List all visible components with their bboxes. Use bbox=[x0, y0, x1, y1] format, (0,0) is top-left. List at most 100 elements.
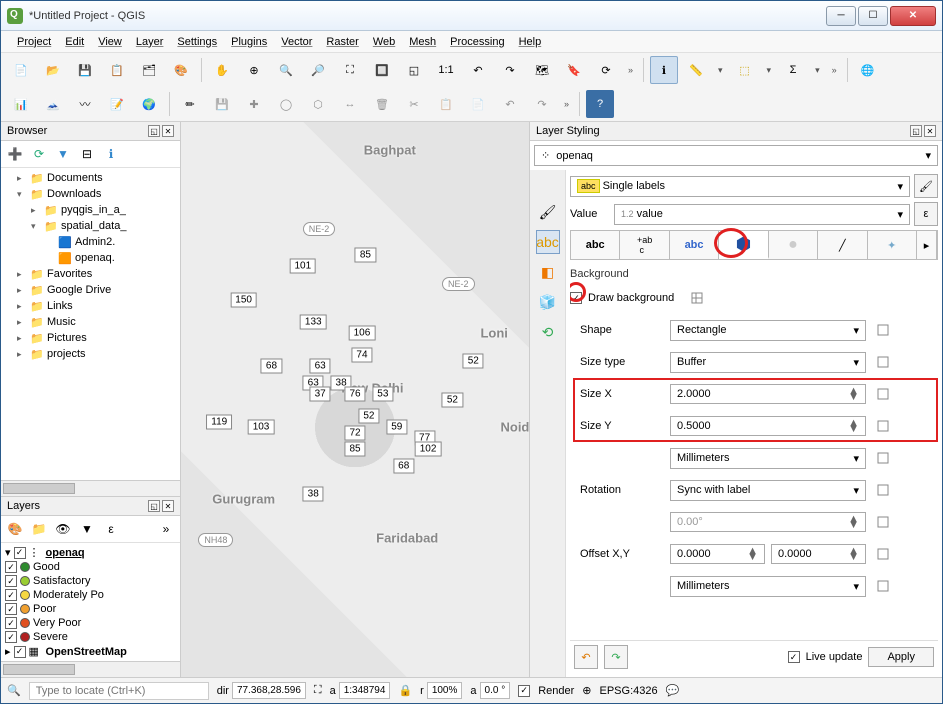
menu-settings[interactable]: Settings bbox=[171, 34, 223, 50]
callouts-tab[interactable]: ╱ bbox=[818, 231, 867, 259]
toolbar-overflow-icon[interactable]: » bbox=[828, 65, 841, 75]
live-update-checkbox[interactable]: ✓ bbox=[788, 651, 800, 663]
draw-background-checkbox[interactable]: ✓ bbox=[570, 292, 582, 304]
delete-icon[interactable]: 🗑 bbox=[368, 90, 396, 118]
vertex-icon[interactable]: ⬡ bbox=[304, 90, 332, 118]
label-rules-icon[interactable]: 🖌 bbox=[914, 174, 938, 198]
cut-icon[interactable]: ✂ bbox=[400, 90, 428, 118]
render-checkbox[interactable]: ✓ bbox=[518, 685, 530, 697]
close-button[interactable] bbox=[890, 6, 936, 26]
add-layer-icon[interactable]: ➕ bbox=[5, 144, 25, 164]
offset-unit-combo[interactable]: Millimeters▾ bbox=[670, 576, 866, 597]
lock-icon[interactable]: 🔒 bbox=[398, 684, 412, 697]
minimize-button[interactable]: ─ bbox=[826, 6, 856, 26]
data-defined-icon[interactable] bbox=[872, 574, 896, 598]
layer-category[interactable]: ✓Moderately Po bbox=[3, 588, 178, 602]
copy-icon[interactable]: 📋 bbox=[432, 90, 460, 118]
shape-combo[interactable]: Rectangle▾ bbox=[670, 320, 866, 341]
new-map-icon[interactable]: 🗺 bbox=[528, 56, 556, 84]
buffer-tab[interactable]: abc bbox=[670, 231, 719, 259]
browser-item[interactable]: ▸📁Music bbox=[3, 314, 178, 330]
browser-item[interactable]: ▾📁spatial_data_ bbox=[3, 218, 178, 234]
browser-tree[interactable]: ▸📁Documents▾📁Downloads▸📁pyqgis_in_a_▾📁sp… bbox=[1, 168, 180, 480]
messages-icon[interactable]: 💬 bbox=[666, 684, 680, 697]
rotation-spinner[interactable]: 0.0 ° bbox=[480, 682, 511, 699]
measure-icon[interactable]: 📏 bbox=[682, 56, 710, 84]
filter-icon[interactable]: ▼ bbox=[53, 144, 73, 164]
undo-icon[interactable]: ↶ bbox=[496, 90, 524, 118]
expression-icon[interactable]: ε bbox=[101, 519, 121, 539]
maximize-button[interactable]: ☐ bbox=[858, 6, 888, 26]
labels-tab-icon[interactable]: abc bbox=[536, 230, 560, 254]
menu-view[interactable]: View bbox=[92, 34, 128, 50]
scale-combo[interactable]: 1:348794 bbox=[339, 682, 391, 699]
data-defined-icon[interactable] bbox=[686, 286, 710, 310]
browser-item[interactable]: ▸📁Favorites bbox=[3, 266, 178, 282]
new-project-icon[interactable]: 📄 bbox=[7, 56, 35, 84]
zoom-in-icon[interactable]: 🔍 bbox=[272, 56, 300, 84]
toggle-edit-icon[interactable]: ✏ bbox=[176, 90, 204, 118]
data-defined-icon[interactable] bbox=[872, 542, 896, 566]
add-mesh-icon[interactable]: 〰 bbox=[71, 90, 99, 118]
refresh-icon[interactable]: ⟳ bbox=[29, 144, 49, 164]
menu-web[interactable]: Web bbox=[367, 34, 401, 50]
coordinate-display[interactable]: 77.368,28.596 bbox=[232, 682, 306, 699]
menu-vector[interactable]: Vector bbox=[275, 34, 318, 50]
menu-mesh[interactable]: Mesh bbox=[403, 34, 442, 50]
menu-plugins[interactable]: Plugins bbox=[225, 34, 273, 50]
visibility-icon[interactable]: 👁 bbox=[53, 519, 73, 539]
zoom-native-icon[interactable]: 1:1 bbox=[432, 56, 460, 84]
filter-legend-icon[interactable]: ▼ bbox=[77, 519, 97, 539]
pan-selection-icon[interactable]: ⊕ bbox=[240, 56, 268, 84]
add-group-icon[interactable]: 📁 bbox=[29, 519, 49, 539]
layer-osm[interactable]: ▸✓ ▦ OpenStreetMap bbox=[3, 644, 178, 659]
sizetype-combo[interactable]: Buffer▾ bbox=[670, 352, 866, 373]
size-unit-combo[interactable]: Millimeters▾ bbox=[670, 448, 866, 469]
new-bookmark-icon[interactable]: 🔖 bbox=[560, 56, 588, 84]
placement-tab[interactable]: ✦ bbox=[868, 231, 917, 259]
data-defined-icon[interactable] bbox=[872, 350, 896, 374]
layer-selector[interactable]: ⁘ openaq ▾ bbox=[534, 145, 938, 166]
add-csv-icon[interactable]: 📝 bbox=[103, 90, 131, 118]
layers-tree[interactable]: ▾✓ ⋮ openaq ✓Good✓Satisfactory✓Moderatel… bbox=[1, 543, 180, 661]
layout-manager-icon[interactable]: 🗂 bbox=[135, 56, 163, 84]
panel-undock-icon[interactable]: ◱ bbox=[910, 125, 922, 137]
add-raster-icon[interactable]: 🗻 bbox=[39, 90, 67, 118]
select-icon[interactable]: ⬚ bbox=[731, 56, 759, 84]
menu-edit[interactable]: Edit bbox=[59, 34, 90, 50]
browser-item[interactable]: ▸📁projects bbox=[3, 346, 178, 362]
new-print-layout-icon[interactable]: 📋 bbox=[103, 56, 131, 84]
text-tab[interactable]: abc bbox=[571, 231, 620, 259]
scrollbar-h[interactable] bbox=[1, 480, 180, 496]
sizey-spinner[interactable]: 0.5000▲▼ bbox=[670, 416, 866, 436]
redo-icon[interactable]: ↷ bbox=[528, 90, 556, 118]
crs-display[interactable]: EPSG:4326 bbox=[600, 685, 658, 697]
data-defined-icon[interactable] bbox=[872, 382, 896, 406]
zoom-layer-icon[interactable]: ◱ bbox=[400, 56, 428, 84]
panel-undock-icon[interactable]: ◱ bbox=[148, 500, 160, 512]
formatting-tab[interactable]: +ab c bbox=[620, 231, 669, 259]
history-tab-icon[interactable]: ⟲ bbox=[536, 320, 560, 344]
menu-project[interactable]: Project bbox=[11, 34, 57, 50]
layer-category[interactable]: ✓Poor bbox=[3, 602, 178, 616]
zoom-last-icon[interactable]: ↶ bbox=[464, 56, 492, 84]
rotation-value-spinner[interactable]: 0.00°▲▼ bbox=[670, 512, 866, 532]
browser-item[interactable]: ▸📁Documents bbox=[3, 170, 178, 186]
toolbar-overflow-icon[interactable]: » bbox=[560, 99, 573, 109]
map-canvas[interactable]: New DelhiGurugramFaridabadNoidaBaghpatLo… bbox=[181, 122, 530, 677]
move-feature-icon[interactable]: ↔ bbox=[336, 90, 364, 118]
label-type-combo[interactable]: abc Single labels▾ bbox=[570, 176, 910, 197]
scrollbar-h[interactable] bbox=[1, 661, 180, 677]
help-icon[interactable]: ? bbox=[586, 90, 614, 118]
layer-category[interactable]: ✓Severe bbox=[3, 630, 178, 644]
data-defined-icon[interactable] bbox=[872, 478, 896, 502]
properties-icon[interactable]: ℹ bbox=[101, 144, 121, 164]
menu-layer[interactable]: Layer bbox=[130, 34, 170, 50]
add-feature-icon[interactable]: ✚ bbox=[240, 90, 268, 118]
browser-item[interactable]: ▾📁Downloads bbox=[3, 186, 178, 202]
browser-item[interactable]: ▸📁pyqgis_in_a_ bbox=[3, 202, 178, 218]
menu-processing[interactable]: Processing bbox=[444, 34, 510, 50]
browser-item[interactable]: 🟧openaq. bbox=[3, 250, 178, 266]
magnifier-spinner[interactable]: 100% bbox=[427, 682, 463, 699]
zoom-out-icon[interactable]: 🔎 bbox=[304, 56, 332, 84]
